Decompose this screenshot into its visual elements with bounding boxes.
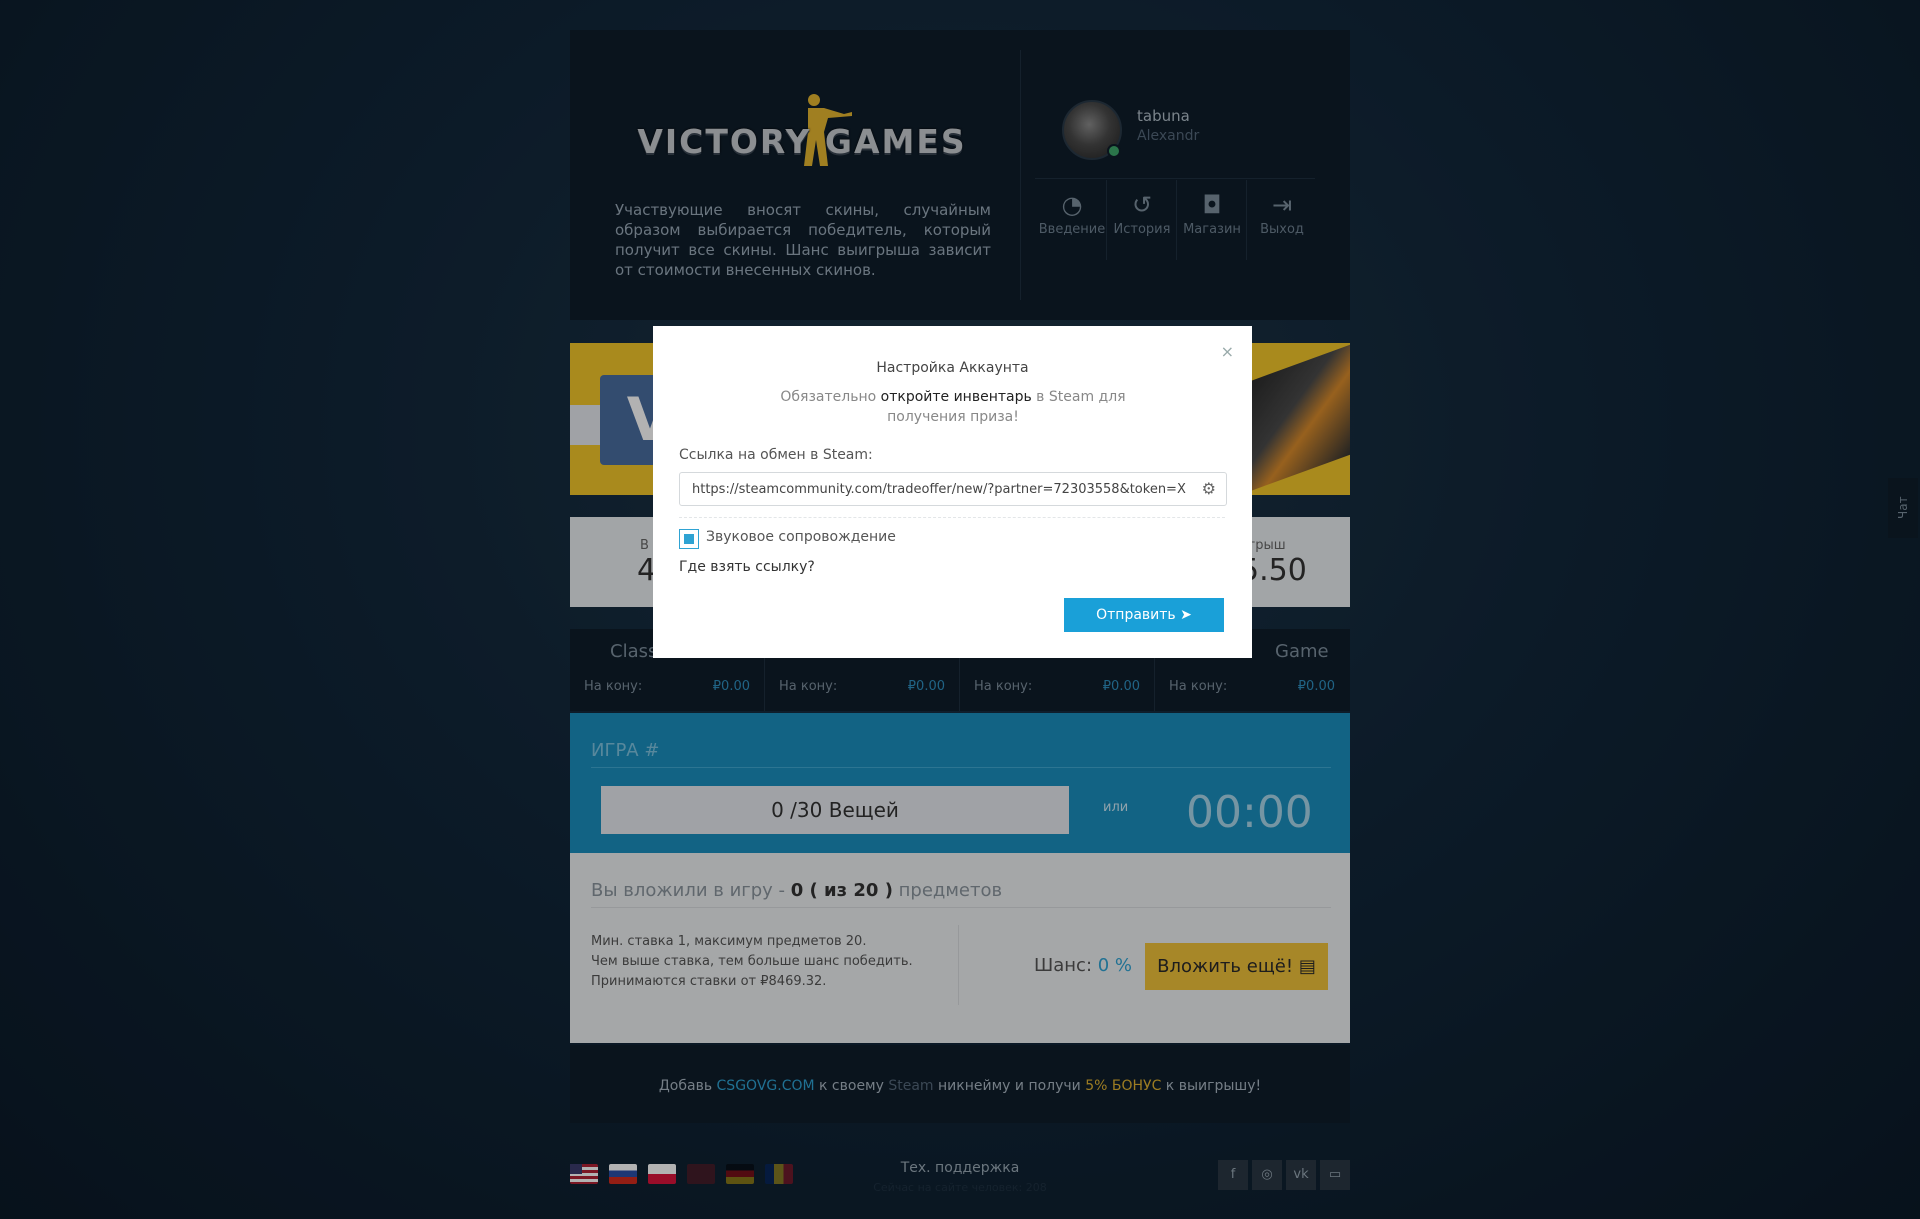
modal-divider: [679, 517, 1225, 518]
modal-title: Настройка Аккаунта: [876, 360, 1029, 376]
send-button[interactable]: Отправить ➤: [1064, 598, 1224, 632]
checkbox-checked-mark: [684, 534, 694, 544]
sound-label: Звуковое сопровождение: [706, 529, 896, 545]
gear-icon[interactable]: ⚙: [1202, 479, 1216, 498]
trade-link-label: Ссылка на обмен в Steam:: [679, 447, 873, 463]
desc-prefix: Обязательно: [780, 389, 881, 405]
close-icon[interactable]: ×: [1221, 342, 1234, 361]
trade-link-field: ⚙: [679, 472, 1227, 506]
sound-checkbox[interactable]: [679, 529, 699, 549]
modal-description: Обязательно откройте инвентарь в Steam д…: [773, 387, 1133, 427]
open-inventory-link[interactable]: откройте инвентарь: [881, 389, 1032, 405]
trade-link-input[interactable]: [692, 473, 1192, 505]
account-settings-modal: × Настройка Аккаунта Обязательно откройт…: [653, 326, 1252, 658]
where-get-link[interactable]: Где взять ссылку?: [679, 559, 815, 575]
paper-plane-icon: ➤: [1180, 607, 1192, 623]
send-label: Отправить: [1096, 607, 1176, 623]
